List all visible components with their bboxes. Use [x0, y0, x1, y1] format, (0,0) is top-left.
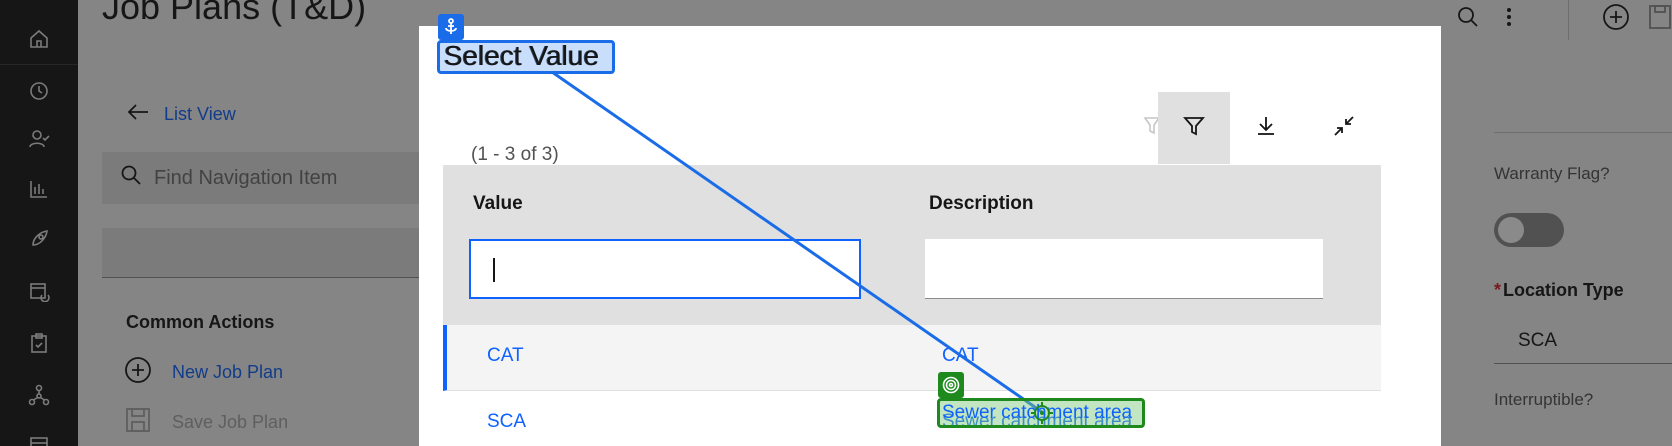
- crosshair-icon: [1031, 402, 1053, 424]
- annotation-connector-line: [551, 70, 1043, 414]
- annotation-layer: [551, 70, 1043, 414]
- annotation-source-label: Select Value: [444, 40, 600, 71]
- target-icon: [938, 372, 964, 398]
- anchor-icon: [438, 14, 464, 40]
